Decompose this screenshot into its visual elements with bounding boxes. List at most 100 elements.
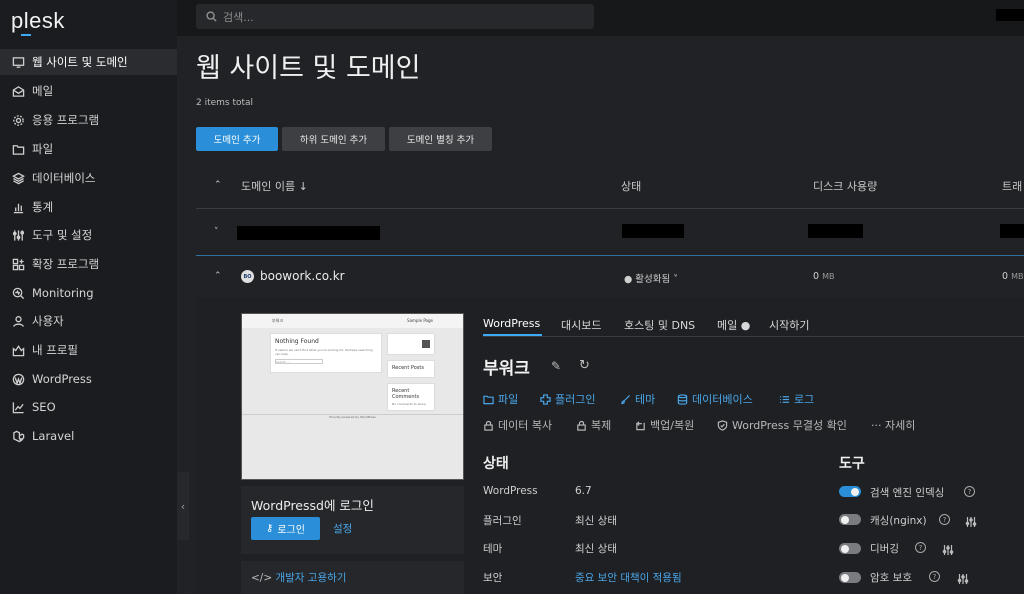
tab-wordpress[interactable]: WordPress [483, 317, 540, 330]
debugging-toggle[interactable] [839, 543, 861, 554]
hire-developer-link[interactable]: </> 개발자 고용하기 [251, 570, 346, 585]
status-badge[interactable]: ● 활성화됨 ˅ [624, 271, 678, 285]
collapse-all-icon[interactable]: ⌃ [214, 180, 222, 190]
add-subdomain-button[interactable]: 하위 도메인 추가 [282, 127, 385, 151]
search-indexing-toggle[interactable] [839, 486, 861, 497]
redacted-user-menu[interactable] [996, 9, 1024, 21]
help-icon[interactable]: ? [915, 542, 926, 553]
more-label: ··· 자세히 [871, 419, 916, 432]
sidebar-item-mail[interactable]: 메일 [0, 78, 177, 104]
preview-nav: Sample Page [407, 318, 433, 323]
profile-icon [11, 343, 25, 357]
login-title: WordPressd에 로그인 [251, 498, 374, 513]
preview-nothing-found: Nothing Found It seems we can't find wha… [270, 333, 382, 373]
sidebar-item-tools[interactable]: 도구 및 설정 [0, 222, 177, 248]
preview-recent-comments: Recent Comments No comments to show. [387, 383, 435, 411]
add-alias-button[interactable]: 도메인 별칭 추가 [389, 127, 492, 151]
tab-hosting-dns[interactable]: 호스팅 및 DNS [624, 317, 695, 333]
logs-link[interactable]: 로그 [779, 391, 814, 407]
sidebar-item-label: 메일 [32, 84, 54, 98]
login-button[interactable]: ⚷ 로그인 [251, 517, 320, 540]
sidebar-item-laravel[interactable]: Laravel [0, 423, 177, 449]
domain-name-link[interactable]: boowork.co.kr [260, 269, 345, 283]
settings-sliders-icon[interactable] [942, 541, 954, 555]
settings-sliders-icon[interactable] [957, 570, 969, 584]
traffic-value: 0 MB [1002, 271, 1023, 282]
chevron-up-icon[interactable]: ⌃ [214, 271, 222, 281]
list-icon [779, 395, 790, 403]
sidebar-item-users[interactable]: 사용자 [0, 308, 177, 334]
files-link[interactable]: 파일 [483, 391, 518, 407]
themes-link[interactable]: 테마 [620, 391, 655, 407]
preview-site-name: 부워크 [272, 318, 284, 323]
tab-mail[interactable]: 메일 ● [717, 317, 750, 333]
site-preview-thumbnail[interactable]: 부워크 Sample Page Nothing Found It seems w… [241, 313, 464, 480]
logo-underline [21, 34, 31, 36]
help-icon[interactable]: ? [939, 514, 950, 525]
settings-sliders-icon[interactable] [965, 513, 977, 527]
sidebar-item-monitoring[interactable]: Monitoring [0, 280, 177, 306]
lock-icon [484, 420, 493, 431]
tab-getting-started[interactable]: 시작하기 [769, 317, 809, 333]
sidebar-item-extensions[interactable]: 확장 프로그램 [0, 251, 177, 277]
edit-icon[interactable]: ✎ [551, 359, 561, 373]
databases-link[interactable]: 데이터베이스 [677, 391, 753, 407]
chevron-left-icon: ‹ [180, 499, 186, 513]
sidebar-item-websites[interactable]: 웹 사이트 및 도메인 [0, 49, 177, 75]
sidebar-item-label: SEO [32, 400, 56, 414]
sidebar-item-profile[interactable]: 내 프로필 [0, 337, 177, 363]
tab-dashboard[interactable]: 대시보드 [561, 317, 601, 333]
sidebar-item-files[interactable]: 파일 [0, 136, 177, 162]
logs-label: 로그 [794, 393, 815, 406]
more-link[interactable]: ··· 자세히 [871, 417, 915, 433]
sidebar-item-applications[interactable]: 응용 프로그램 [0, 107, 177, 133]
copy-data-link[interactable]: 데이터 복사 [483, 417, 552, 433]
bar-chart-icon [11, 200, 25, 214]
clone-link[interactable]: 복제 [576, 417, 611, 433]
preview-search-box: Search ... [275, 359, 323, 364]
preview-recent-posts-label: Recent Posts [392, 365, 424, 371]
monitoring-icon [11, 286, 25, 300]
refresh-icon[interactable]: ↻ [579, 358, 590, 373]
sidebar-item-label: 통계 [32, 200, 54, 214]
status-key: 보안 [483, 572, 503, 584]
sidebar-collapse-button[interactable]: ‹ [177, 472, 189, 540]
help-icon[interactable]: ? [929, 571, 940, 582]
password-protection-toggle[interactable] [839, 572, 861, 583]
column-domain-name[interactable]: 도메인 이름 ↓ [241, 178, 308, 194]
preview-no-comments: No comments to show. [392, 402, 427, 406]
integrity-check-link[interactable]: WordPress 무결성 확인 [717, 417, 847, 433]
add-domain-button[interactable]: 도메인 추가 [196, 127, 278, 151]
sidebar-item-seo[interactable]: SEO [0, 394, 177, 420]
sliders-icon [11, 228, 25, 242]
databases-label: 데이터베이스 [692, 393, 753, 406]
caching-toggle[interactable] [839, 514, 861, 525]
status-value: 최신 상태 [575, 543, 617, 555]
plugins-link[interactable]: 플러그인 [540, 391, 595, 407]
lock-icon [577, 420, 586, 431]
folder-icon [483, 395, 494, 404]
sidebar-item-statistics[interactable]: 통계 [0, 194, 177, 220]
disk-value: 0 [813, 271, 820, 282]
sidebar-item-wordpress[interactable]: WordPress [0, 366, 177, 392]
sidebar-item-databases[interactable]: 데이터베이스 [0, 165, 177, 191]
help-icon[interactable]: ? [964, 486, 975, 497]
security-status-link[interactable]: 중요 보안 대책이 적용됨 [575, 570, 682, 585]
redacted-domain-name[interactable] [237, 226, 380, 240]
seo-icon [11, 400, 25, 414]
column-status[interactable]: 상태 [621, 178, 641, 194]
preview-search-widget [387, 333, 435, 355]
chevron-down-icon[interactable]: ˅ [214, 227, 219, 237]
tool-label: 검색 엔진 인덱싱 [870, 487, 945, 499]
user-icon [11, 314, 25, 328]
column-disk-usage[interactable]: 디스크 사용량 [813, 178, 877, 194]
tool-label: 캐싱(nginx) [870, 515, 927, 527]
plesk-logo[interactable]: plesk [11, 8, 65, 34]
settings-link[interactable]: 설정 [333, 521, 352, 536]
sidebar-item-label: Monitoring [32, 286, 94, 300]
backup-restore-link[interactable]: 백업/복원 [635, 417, 694, 433]
site-title: 부워크 [483, 359, 530, 379]
sidebar-item-label: 확장 프로그램 [32, 257, 100, 271]
column-traffic[interactable]: 트래 [1002, 178, 1022, 194]
search-input[interactable]: 검색... [196, 4, 594, 29]
